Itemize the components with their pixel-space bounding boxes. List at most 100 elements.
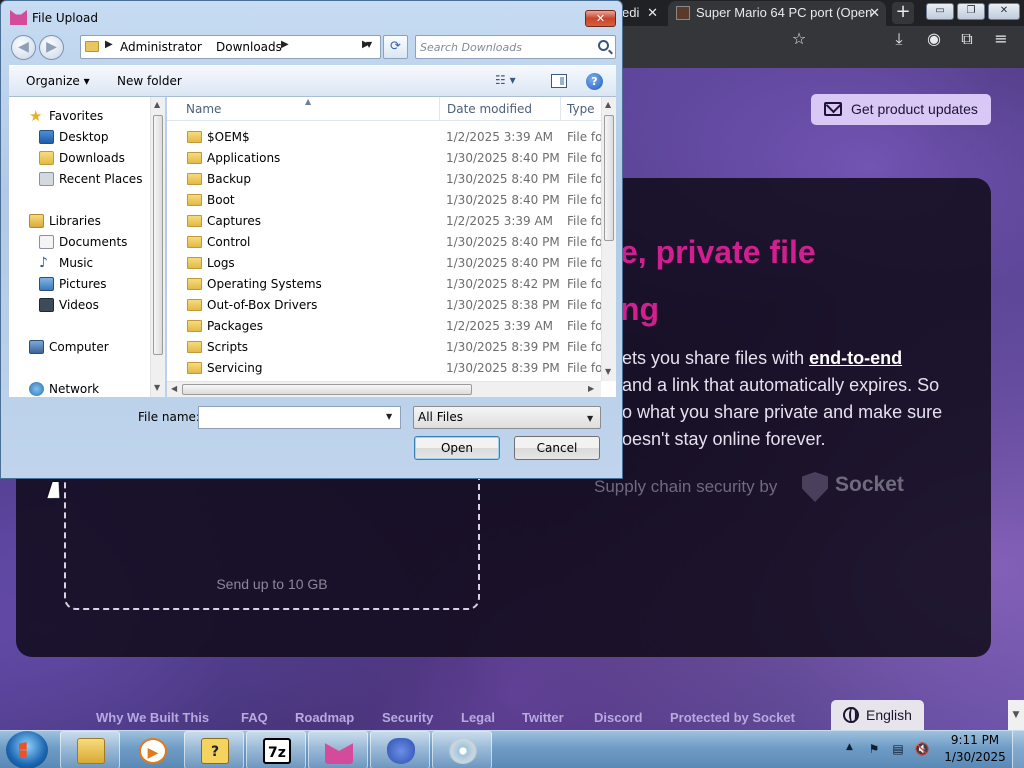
footer-link-security[interactable]: Security	[382, 710, 433, 725]
socket-logo-icon[interactable]	[802, 472, 828, 502]
page-scroll-down-arrow[interactable]: ▼	[1008, 700, 1024, 730]
taskbar-7zip[interactable]: 7z	[246, 731, 306, 768]
refresh-button[interactable]: ⟳	[383, 35, 408, 59]
browser-tab-active[interactable]: Super Mario 64 PC port (Open ✕	[668, 1, 886, 26]
new-tab-button[interactable]: +	[892, 2, 914, 24]
search-input[interactable]	[420, 38, 590, 56]
breadcrumb-downloads[interactable]: Downloads	[216, 40, 282, 54]
network-icon[interactable]: ▤	[890, 742, 906, 756]
column-date-modified[interactable]: Date modified	[447, 102, 532, 116]
table-row[interactable]: Control 1/30/2025 8:40 PM File fol	[167, 232, 616, 253]
end-to-end-link[interactable]: end-to-end	[809, 348, 902, 368]
scrollbar-thumb[interactable]	[182, 384, 472, 395]
table-row[interactable]: Servicing 1/30/2025 8:39 PM File fol	[167, 358, 616, 379]
table-row[interactable]: Backup 1/30/2025 8:40 PM File fol	[167, 169, 616, 190]
file-name-input[interactable]	[202, 409, 380, 426]
footer-link-roadmap[interactable]: Roadmap	[295, 710, 354, 725]
taskbar-python[interactable]	[370, 731, 430, 768]
menu-icon[interactable]: ≡	[990, 28, 1012, 50]
organize-button[interactable]: Organize ▾	[26, 74, 90, 88]
scrollbar-thumb[interactable]	[153, 115, 163, 355]
scroll-right-arrow-icon[interactable]: ▶	[588, 384, 594, 393]
breadcrumb-administrator[interactable]: Administrator	[120, 40, 202, 54]
table-row[interactable]: $OEM$ 1/2/2025 3:39 AM File fol	[167, 127, 616, 148]
cancel-button[interactable]: Cancel	[514, 436, 600, 460]
extensions-icon[interactable]: ⧉	[956, 28, 978, 50]
preview-pane-icon[interactable]	[551, 74, 567, 88]
file-list-horizontal-scrollbar[interactable]: ◀ ▶	[167, 381, 601, 397]
address-history-dropdown-icon[interactable]: ▼	[366, 40, 372, 49]
table-row[interactable]: Operating Systems 1/30/2025 8:42 PM File f…	[167, 274, 616, 295]
help-support-icon: ?	[201, 738, 229, 764]
scroll-left-arrow-icon[interactable]: ◀	[171, 384, 177, 393]
navigation-scrollbar[interactable]: ▲ ▼	[150, 97, 165, 397]
table-row[interactable]: Out-of-Box Drivers 1/30/2025 8:38 PM File …	[167, 295, 616, 316]
open-button[interactable]: Open	[414, 436, 500, 460]
chevron-down-icon[interactable]: ▼	[587, 408, 593, 429]
scroll-up-arrow-icon[interactable]: ▲	[154, 100, 160, 109]
breadcrumb-chevron-icon[interactable]: ▶	[281, 39, 289, 50]
tab-close-icon[interactable]: ✕	[869, 1, 880, 25]
volume-muted-icon[interactable]: 🔇	[914, 742, 930, 756]
scroll-down-arrow-icon[interactable]: ▼	[154, 383, 160, 392]
column-type[interactable]: Type	[567, 102, 595, 116]
footer-link-twitter[interactable]: Twitter	[522, 710, 564, 725]
tab-close-icon[interactable]: ✕	[647, 1, 658, 25]
breadcrumb-chevron-icon[interactable]: ▶	[105, 39, 113, 50]
footer-link-protected[interactable]: Protected by Socket	[670, 710, 795, 725]
back-arrow-icon[interactable]: ◀	[11, 35, 36, 60]
taskbar-send-app[interactable]	[308, 731, 368, 768]
window-maximize-button[interactable]: ❐	[957, 3, 985, 20]
file-list-vertical-scrollbar[interactable]: ▲ ▼	[601, 97, 616, 381]
footer-link-faq[interactable]: FAQ	[241, 710, 268, 725]
search-box[interactable]	[415, 35, 616, 59]
clock-time[interactable]: 9:11 PM	[948, 733, 1002, 747]
address-bar[interactable]: ▶ Administrator ▶ Downloads ▶ ▼	[80, 35, 381, 59]
table-row[interactable]: Applications 1/30/2025 8:40 PM File fol	[167, 148, 616, 169]
table-row[interactable]: Scripts 1/30/2025 8:39 PM File fol	[167, 337, 616, 358]
show-desktop-button[interactable]	[1012, 731, 1024, 768]
search-icon[interactable]	[598, 40, 609, 51]
table-row[interactable]: Packages 1/2/2025 3:39 AM File fol	[167, 316, 616, 337]
show-hidden-icons-icon[interactable]: ▲	[846, 742, 853, 752]
download-icon[interactable]: ⤓	[888, 28, 910, 50]
socket-brand[interactable]: Socket	[835, 473, 904, 497]
new-folder-button[interactable]: New folder	[117, 74, 182, 88]
window-close-button[interactable]: ✕	[988, 3, 1020, 20]
taskbar-media-player[interactable]: ▶	[122, 731, 182, 768]
folder-icon	[85, 41, 99, 52]
forward-arrow-icon[interactable]: ▶	[39, 35, 64, 60]
help-icon[interactable]: ?	[586, 73, 603, 90]
clock-date[interactable]: 1/30/2025	[942, 750, 1008, 764]
footer-link-legal[interactable]: Legal	[461, 710, 495, 725]
folder-icon	[187, 215, 202, 227]
action-center-flag-icon[interactable]: ⚑	[866, 742, 882, 756]
file-name-cell: Captures	[207, 214, 261, 228]
language-selector[interactable]: English	[831, 700, 924, 730]
file-type-select[interactable]: All Files ▼	[413, 406, 601, 429]
window-minimize-button[interactable]: ▭	[926, 3, 954, 20]
folder-icon	[187, 320, 202, 332]
chevron-down-icon[interactable]: ▼	[386, 412, 392, 421]
table-row[interactable]: Captures 1/2/2025 3:39 AM File fol	[167, 211, 616, 232]
taskbar-help-support[interactable]: ?	[184, 731, 244, 768]
footer-link-discord[interactable]: Discord	[594, 710, 642, 725]
taskbar-disc-burner[interactable]	[432, 731, 492, 768]
bookmark-star-icon[interactable]: ☆	[788, 28, 810, 50]
column-divider[interactable]	[560, 97, 561, 121]
scroll-down-arrow-icon[interactable]: ▼	[605, 367, 611, 376]
file-name-combobox[interactable]: ▼	[198, 406, 401, 429]
table-row[interactable]: Logs 1/30/2025 8:40 PM File fol	[167, 253, 616, 274]
scrollbar-thumb[interactable]	[604, 115, 614, 241]
taskbar-windows-explorer[interactable]	[60, 731, 120, 768]
change-view-icon[interactable]: ☷ ▾	[495, 73, 531, 87]
profile-icon[interactable]: ◉	[923, 28, 945, 50]
footer-link-why[interactable]: Why We Built This	[96, 710, 209, 725]
get-product-updates-button[interactable]: Get product updates	[811, 94, 991, 125]
table-row[interactable]: Boot 1/30/2025 8:40 PM File fol	[167, 190, 616, 211]
column-name[interactable]: Name	[186, 102, 221, 116]
dialog-close-button[interactable]: ✕	[585, 10, 616, 27]
start-button[interactable]	[6, 731, 48, 768]
scroll-up-arrow-icon[interactable]: ▲	[605, 100, 611, 109]
column-divider[interactable]	[439, 97, 440, 121]
